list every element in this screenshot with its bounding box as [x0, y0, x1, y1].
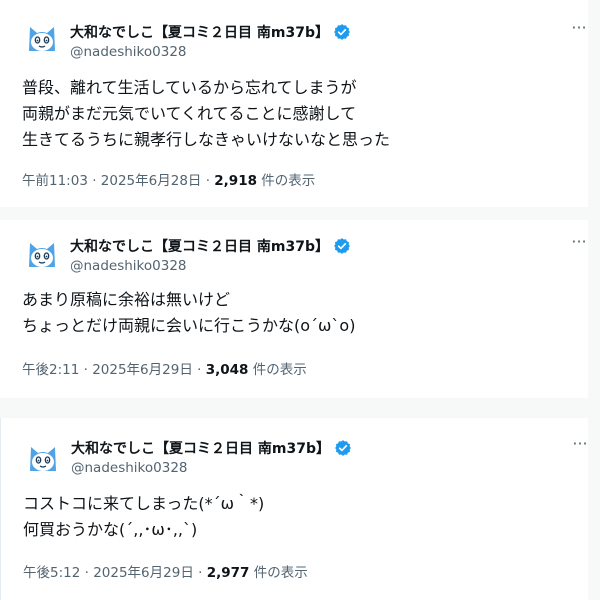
post-time[interactable]: 午後2:11	[22, 362, 79, 378]
post-text-line: 生きてるうちに親孝行しなきゃいけないなと思った	[22, 130, 391, 149]
meta-separator: ·	[79, 362, 93, 378]
author-row: 大和なでしこ【夏コミ２日目 南m37b】	[70, 22, 351, 42]
author-row: 大和なでしこ【夏コミ２日目 南m37b】	[71, 438, 352, 458]
avatar[interactable]	[23, 437, 63, 477]
post-meta: 午後5:12 · 2025年6月29日 · 2,977 件の表示	[23, 561, 308, 581]
view-label: 件の表示	[252, 362, 307, 378]
meta-separator: ·	[87, 173, 101, 189]
view-count: 3,048	[205, 362, 249, 378]
verified-badge-icon	[334, 238, 350, 254]
meta-separator: ·	[80, 565, 94, 581]
meta-separator: ·	[201, 173, 215, 189]
post-date[interactable]: 2025年6月29日	[92, 362, 193, 378]
cat-mascot-avatar-icon	[22, 233, 62, 273]
post-card[interactable]: 大和なでしこ【夏コミ２日目 南m37b】 @nadeshiko0328 ··· …	[0, 418, 588, 600]
post-text-line: 両親がまだ元気でいてくれてることに感謝して	[22, 104, 357, 123]
more-options-icon[interactable]: ···	[571, 436, 589, 458]
more-options-icon[interactable]: ···	[570, 20, 588, 42]
post-date[interactable]: 2025年6月28日	[101, 173, 202, 189]
post-time[interactable]: 午前11:03	[22, 173, 88, 189]
post-text: コストコに来てしまった(*´ω｀*) 何買おうかな(´,,･ω･,,`)	[23, 491, 563, 543]
post-card[interactable]: 大和なでしこ【夏コミ２日目 南m37b】 @nadeshiko0328 ··· …	[0, 0, 588, 207]
meta-separator: ·	[192, 362, 206, 378]
timeline-feed: 大和なでしこ【夏コミ２日目 南m37b】 @nadeshiko0328 ··· …	[0, 0, 600, 600]
author-row: 大和なでしこ【夏コミ２日目 南m37b】	[70, 236, 351, 256]
post-date[interactable]: 2025年6月29日	[93, 565, 194, 581]
post-text-line: 普段、離れて生活しているから忘れてしまうが	[22, 78, 357, 97]
post-meta: 午後2:11 · 2025年6月29日 · 3,048 件の表示	[22, 358, 307, 378]
view-label: 件の表示	[261, 173, 316, 189]
post-text: 普段、離れて生活しているから忘れてしまうが 両親がまだ元気でいてくれてることに感…	[22, 75, 562, 153]
handle[interactable]: @nadeshiko0328	[71, 460, 188, 476]
cat-mascot-avatar-icon	[22, 17, 62, 57]
cat-mascot-avatar-icon	[23, 437, 63, 477]
handle[interactable]: @nadeshiko0328	[70, 44, 187, 60]
post-card[interactable]: 大和なでしこ【夏コミ２日目 南m37b】 @nadeshiko0328 ··· …	[0, 220, 588, 398]
post-text-line: あまり原稿に余裕は無いけど	[22, 290, 231, 309]
post-text: あまり原稿に余裕は無いけど ちょっとだけ両親に会いに行こうかな(o´ω`o)	[22, 287, 562, 339]
verified-badge-icon	[334, 24, 350, 40]
display-name[interactable]: 大和なでしこ【夏コミ２日目 南m37b】	[70, 22, 329, 42]
handle[interactable]: @nadeshiko0328	[70, 258, 187, 274]
avatar[interactable]	[22, 233, 62, 273]
meta-separator: ·	[193, 565, 207, 581]
verified-badge-icon	[335, 440, 351, 456]
display-name[interactable]: 大和なでしこ【夏コミ２日目 南m37b】	[71, 438, 330, 458]
view-label: 件の表示	[253, 565, 308, 581]
post-meta: 午前11:03 · 2025年6月28日 · 2,918 件の表示	[22, 169, 315, 189]
more-options-icon[interactable]: ···	[570, 234, 588, 256]
post-time[interactable]: 午後5:12	[23, 565, 80, 581]
post-text-line: ちょっとだけ両親に会いに行こうかな(o´ω`o)	[22, 316, 356, 335]
post-text-line: コストコに来てしまった(*´ω｀*)	[23, 494, 265, 513]
post-text-line: 何買おうかな(´,,･ω･,,`)	[23, 520, 198, 539]
view-count: 2,977	[206, 565, 250, 581]
display-name[interactable]: 大和なでしこ【夏コミ２日目 南m37b】	[70, 236, 329, 256]
avatar[interactable]	[22, 17, 62, 57]
view-count: 2,918	[214, 173, 257, 189]
